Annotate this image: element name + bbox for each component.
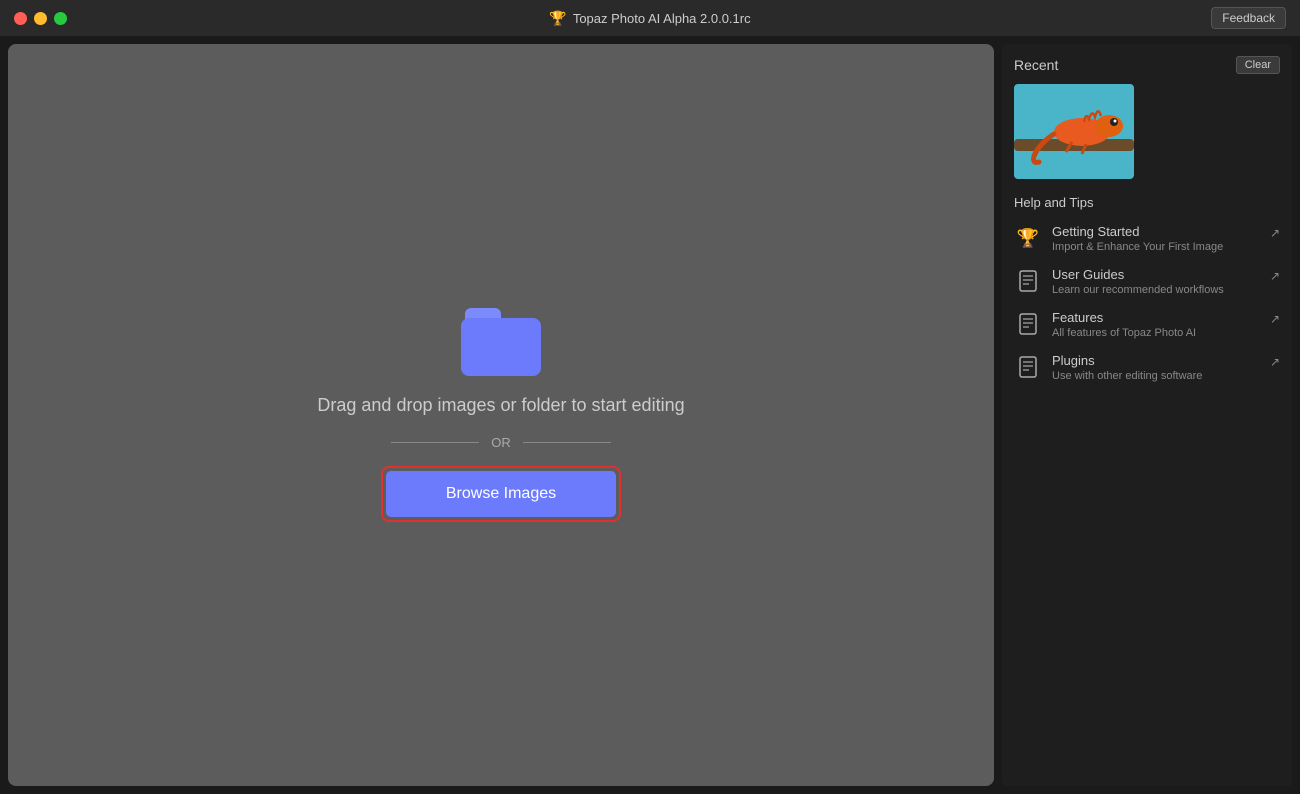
window-controls bbox=[14, 12, 67, 25]
doc-icon-0 bbox=[1016, 269, 1040, 293]
help-item-getting-started[interactable]: 🏆 Getting Started Import & Enhance Your … bbox=[1014, 224, 1280, 253]
maximize-button[interactable] bbox=[54, 12, 67, 25]
clear-button[interactable]: Clear bbox=[1236, 56, 1280, 74]
external-link-icon-3: ↗ bbox=[1270, 355, 1280, 369]
topaz-icon: 🏆 bbox=[549, 10, 566, 27]
plugins-title: Plugins bbox=[1052, 353, 1260, 368]
external-link-icon-1: ↗ bbox=[1270, 269, 1280, 283]
drop-zone-content: Drag and drop images or folder to start … bbox=[317, 308, 684, 522]
doc-icon-2 bbox=[1016, 355, 1040, 379]
folder-body bbox=[461, 318, 541, 376]
or-divider: OR bbox=[391, 435, 611, 450]
getting-started-title: Getting Started bbox=[1052, 224, 1260, 239]
features-title: Features bbox=[1052, 310, 1260, 325]
recent-label: Recent bbox=[1014, 57, 1058, 73]
app-title: 🏆 Topaz Photo AI Alpha 2.0.0.1rc bbox=[549, 10, 750, 27]
help-item-user-guides[interactable]: User Guides Learn our recommended workfl… bbox=[1014, 267, 1280, 296]
titlebar: 🏆 Topaz Photo AI Alpha 2.0.0.1rc Feedbac… bbox=[0, 0, 1300, 36]
getting-started-icon: 🏆 bbox=[1014, 224, 1042, 252]
external-link-icon-0: ↗ bbox=[1270, 226, 1280, 240]
features-subtitle: All features of Topaz Photo AI bbox=[1052, 327, 1260, 339]
chameleon-svg bbox=[1014, 84, 1134, 179]
user-guides-icon bbox=[1014, 267, 1042, 295]
user-guides-subtitle: Learn our recommended workflows bbox=[1052, 284, 1260, 296]
external-link-icon-2: ↗ bbox=[1270, 312, 1280, 326]
plugins-text: Plugins Use with other editing software bbox=[1052, 353, 1260, 382]
title-text: Topaz Photo AI Alpha 2.0.0.1rc bbox=[573, 11, 751, 26]
divider-right bbox=[523, 442, 611, 443]
feedback-button[interactable]: Feedback bbox=[1211, 7, 1286, 29]
user-guides-text: User Guides Learn our recommended workfl… bbox=[1052, 267, 1260, 296]
getting-started-subtitle: Import & Enhance Your First Image bbox=[1052, 241, 1260, 253]
plugins-subtitle: Use with other editing software bbox=[1052, 370, 1260, 382]
close-button[interactable] bbox=[14, 12, 27, 25]
doc-icon-1 bbox=[1016, 312, 1040, 336]
features-text: Features All features of Topaz Photo AI bbox=[1052, 310, 1260, 339]
plugins-icon bbox=[1014, 353, 1042, 381]
minimize-button[interactable] bbox=[34, 12, 47, 25]
help-item-plugins[interactable]: Plugins Use with other editing software … bbox=[1014, 353, 1280, 382]
recent-header: Recent Clear bbox=[1014, 56, 1280, 74]
browse-button-wrapper: Browse Images bbox=[381, 466, 621, 522]
user-guides-title: User Guides bbox=[1052, 267, 1260, 282]
drop-text: Drag and drop images or folder to start … bbox=[317, 392, 684, 419]
chameleon-image bbox=[1014, 84, 1134, 179]
main-container: Drag and drop images or folder to start … bbox=[0, 36, 1300, 794]
help-item-features[interactable]: Features All features of Topaz Photo AI … bbox=[1014, 310, 1280, 339]
help-tips-label: Help and Tips bbox=[1014, 195, 1280, 210]
drop-zone-area[interactable]: Drag and drop images or folder to start … bbox=[8, 44, 994, 786]
browse-images-button[interactable]: Browse Images bbox=[386, 471, 616, 517]
topaz-small-icon: 🏆 bbox=[1017, 228, 1039, 249]
sidebar: Recent Clear bbox=[1002, 44, 1292, 786]
features-icon bbox=[1014, 310, 1042, 338]
folder-icon bbox=[461, 308, 541, 376]
divider-left bbox=[391, 442, 479, 443]
recent-thumbnail[interactable] bbox=[1014, 84, 1134, 179]
or-text: OR bbox=[491, 435, 511, 450]
getting-started-text: Getting Started Import & Enhance Your Fi… bbox=[1052, 224, 1260, 253]
